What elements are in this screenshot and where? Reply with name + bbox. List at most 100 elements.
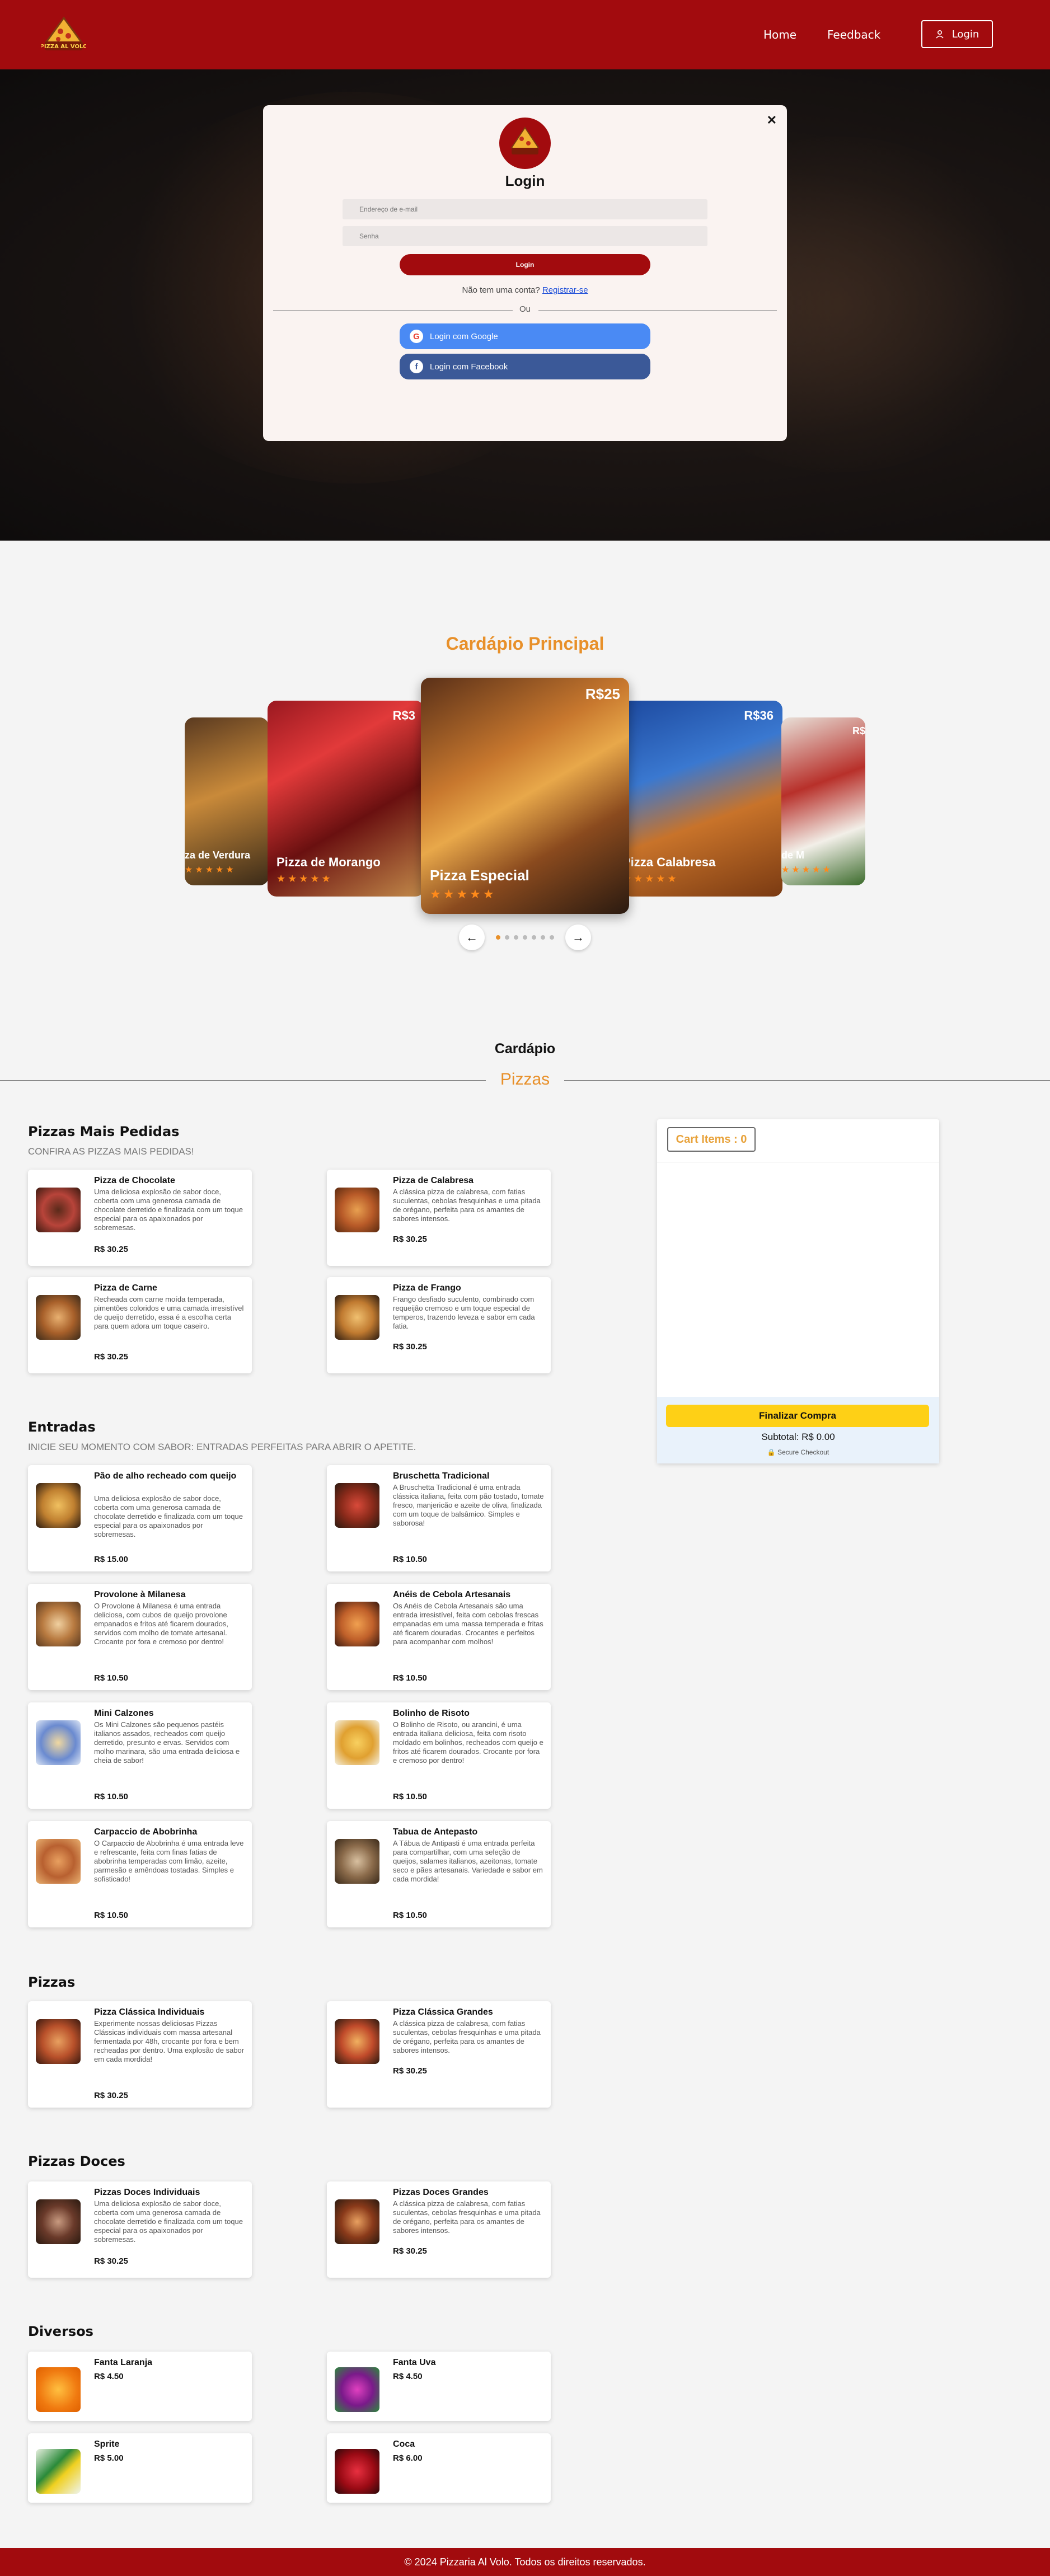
carousel-card-price: R$25	[585, 686, 620, 702]
item-image	[36, 1602, 81, 1646]
item-image	[36, 1483, 81, 1528]
menu-item-card[interactable]: Pizzas Doces Grandes A clássica pizza de…	[327, 2181, 551, 2278]
item-name: Pizza Clássica Individuais	[94, 2007, 205, 2017]
register-prompt: Não tem uma conta? Registrar-se	[263, 285, 787, 295]
carousel-card-name: za de Verdura	[185, 850, 251, 861]
item-price: R$ 10.50	[393, 1911, 427, 1920]
carousel-dot[interactable]	[505, 935, 509, 940]
carousel-card-name: Pizza de Morango	[276, 855, 381, 869]
menu-item-card[interactable]: Tabua de Antepasto A Tábua de Antipasti …	[327, 1821, 551, 1927]
menu-heading: Cardápio	[494, 1041, 556, 1057]
nav-home-link[interactable]: Home	[763, 28, 796, 41]
close-icon[interactable]: ✕	[767, 113, 777, 128]
menu-item-card[interactable]: Pizza Clássica Individuais Experimente n…	[28, 2001, 252, 2108]
google-login-label: Login com Google	[430, 331, 498, 341]
item-description: Uma deliciosa explosão de sabor doce, co…	[94, 1188, 243, 1232]
header-login-button[interactable]: Login	[921, 20, 993, 48]
item-price: R$ 5.00	[94, 2453, 124, 2463]
carousel-dot[interactable]	[532, 935, 536, 940]
item-name: Pizzas Doces Individuais	[94, 2188, 200, 2197]
menu-item-card[interactable]: Bolinho de Risoto O Bolinho de Risoto, o…	[327, 1702, 551, 1809]
carousel-card-stars: ★★★★★	[622, 873, 679, 884]
menu-item-card[interactable]: Pizza de Calabresa A clássica pizza de c…	[327, 1170, 551, 1266]
menu-item-card[interactable]: Fanta Laranja R$ 4.50	[28, 2352, 252, 2421]
item-name: Bruschetta Tradicional	[393, 1471, 490, 1481]
facebook-icon: f	[410, 360, 423, 373]
item-description: Experimente nossas deliciosas Pizzas Clá…	[94, 2019, 245, 2063]
menu-item-card[interactable]: Carpaccio de Abobrinha O Carpaccio de Ab…	[28, 1821, 252, 1927]
item-name: Pizzas Doces Grandes	[393, 2188, 489, 2197]
site-footer: © 2024 Pizzaria Al Volo. Todos os direit…	[0, 2548, 1050, 2576]
carousel-card-name: Pizza Especial	[430, 867, 529, 884]
pizza-logo[interactable]: PIZZA AL VOLO	[40, 15, 87, 55]
item-description: Uma deliciosa explosão de sabor doce, co…	[94, 2199, 243, 2244]
google-icon: G	[410, 330, 423, 343]
menu-item-card[interactable]: Pizza de Chocolate Uma deliciosa explosã…	[28, 1170, 252, 1266]
item-image	[36, 1295, 81, 1340]
carousel-card-price: R$36	[744, 708, 774, 722]
menu-item-card[interactable]: Pizzas Doces Individuais Uma deliciosa e…	[28, 2181, 252, 2278]
item-price: R$ 30.25	[94, 2091, 128, 2100]
carousel-card-name: de M	[781, 850, 805, 861]
menu-item-card[interactable]: Pizza de Carne Recheada com carne moída …	[28, 1277, 252, 1373]
carousel-prev-button[interactable]: ←	[459, 925, 485, 950]
email-field[interactable]	[343, 199, 707, 219]
item-name: Mini Calzones	[94, 1709, 154, 1718]
menu-item-card[interactable]: Anéis de Cebola Artesanais Os Anéis de C…	[327, 1584, 551, 1690]
item-image	[335, 1295, 379, 1340]
login-modal: ✕ Login Login Não tem uma conta? Registr…	[263, 105, 787, 441]
menu-item-card[interactable]: Bruschetta Tradicional A Bruschetta Trad…	[327, 1465, 551, 1571]
carousel-card-stars: ★★★★★	[276, 873, 333, 884]
menu-item-card[interactable]: Pizza de Frango Frango desfiado suculent…	[327, 1277, 551, 1373]
item-price: R$ 10.50	[94, 1792, 128, 1801]
carousel-card[interactable]: R$ de M ★★★★★	[781, 717, 865, 885]
cart-panel: Cart Items : 0 Finalizar Compra Subtotal…	[657, 1119, 939, 1463]
carousel-card-active[interactable]: R$25 Pizza Especial ★★★★★	[421, 678, 629, 914]
menu-item-card[interactable]: Sprite R$ 5.00	[28, 2433, 252, 2503]
carousel-card[interactable]: R$36 Pizza Calabresa ★★★★★	[622, 701, 782, 897]
login-submit-button[interactable]: Login	[400, 254, 650, 275]
menu-item-card[interactable]: Provolone à Milanesa O Provolone à Milan…	[28, 1584, 252, 1690]
nav-feedback-link[interactable]: Feedback	[827, 28, 880, 41]
menu-item-card[interactable]: Fanta Uva R$ 4.50	[327, 2352, 551, 2421]
item-price: R$ 30.25	[393, 2246, 427, 2256]
item-description: Recheada com carne moída temperada, pime…	[94, 1295, 244, 1330]
menu-item-card[interactable]: Pão de alho recheado com queijo Uma deli…	[28, 1465, 252, 1571]
item-description: A clássica pizza de calabresa, com fatia…	[393, 1188, 541, 1223]
carousel-dot[interactable]	[541, 935, 545, 940]
item-price: R$ 10.50	[94, 1911, 128, 1920]
register-prompt-text: Não tem uma conta?	[462, 285, 540, 295]
menu-item-card[interactable]: Coca R$ 6.00	[327, 2433, 551, 2503]
carousel-dot[interactable]	[514, 935, 518, 940]
carousel-card[interactable]: za de Verdura ★★★★★	[185, 717, 269, 885]
carousel-title: Cardápio Principal	[446, 634, 604, 654]
register-link[interactable]: Registrar-se	[542, 285, 588, 295]
carousel-dot-active[interactable]	[496, 935, 500, 940]
carousel-dot[interactable]	[550, 935, 554, 940]
cart-footer: Finalizar Compra Subtotal: R$ 0.00 🔒 Sec…	[657, 1397, 939, 1463]
menu-item-card[interactable]: Pizza Clássica Grandes A clássica pizza …	[327, 2001, 551, 2108]
item-name: Pizza de Carne	[94, 1283, 157, 1293]
item-description: O Provolone à Milanesa é uma entrada del…	[94, 1602, 228, 1646]
checkout-button[interactable]: Finalizar Compra	[666, 1405, 929, 1427]
item-image	[335, 2449, 379, 2494]
item-image	[335, 2199, 379, 2244]
facebook-login-button[interactable]: f Login com Facebook	[400, 354, 650, 379]
item-price: R$ 6.00	[393, 2453, 423, 2463]
menu-item-card[interactable]: Mini Calzones Os Mini Calzones são peque…	[28, 1702, 252, 1809]
cart-items-header: Cart Items : 0	[667, 1127, 756, 1152]
item-price: R$ 30.25	[94, 1245, 128, 1254]
item-price: R$ 30.25	[393, 1342, 427, 1352]
category-subtitle: INICIE SEU MOMENTO COM SABOR: ENTRADAS P…	[28, 1442, 416, 1452]
item-price: R$ 10.50	[393, 1792, 427, 1801]
carousel-card[interactable]: R$3 Pizza de Morango ★★★★★	[268, 701, 424, 897]
item-description: A Tábua de Antipasti é uma entrada perfe…	[393, 1839, 543, 1883]
google-login-button[interactable]: G Login com Google	[400, 323, 650, 349]
site-header: PIZZA AL VOLO Home Feedback Login	[0, 0, 1050, 69]
item-name: Fanta Uva	[393, 2358, 436, 2367]
password-field[interactable]	[343, 226, 707, 246]
item-description: A clássica pizza de calabresa, com fatia…	[393, 2019, 541, 2054]
carousel-dot[interactable]	[523, 935, 527, 940]
carousel-next-button[interactable]: →	[565, 925, 591, 950]
item-name: Anéis de Cebola Artesanais	[393, 1590, 511, 1599]
